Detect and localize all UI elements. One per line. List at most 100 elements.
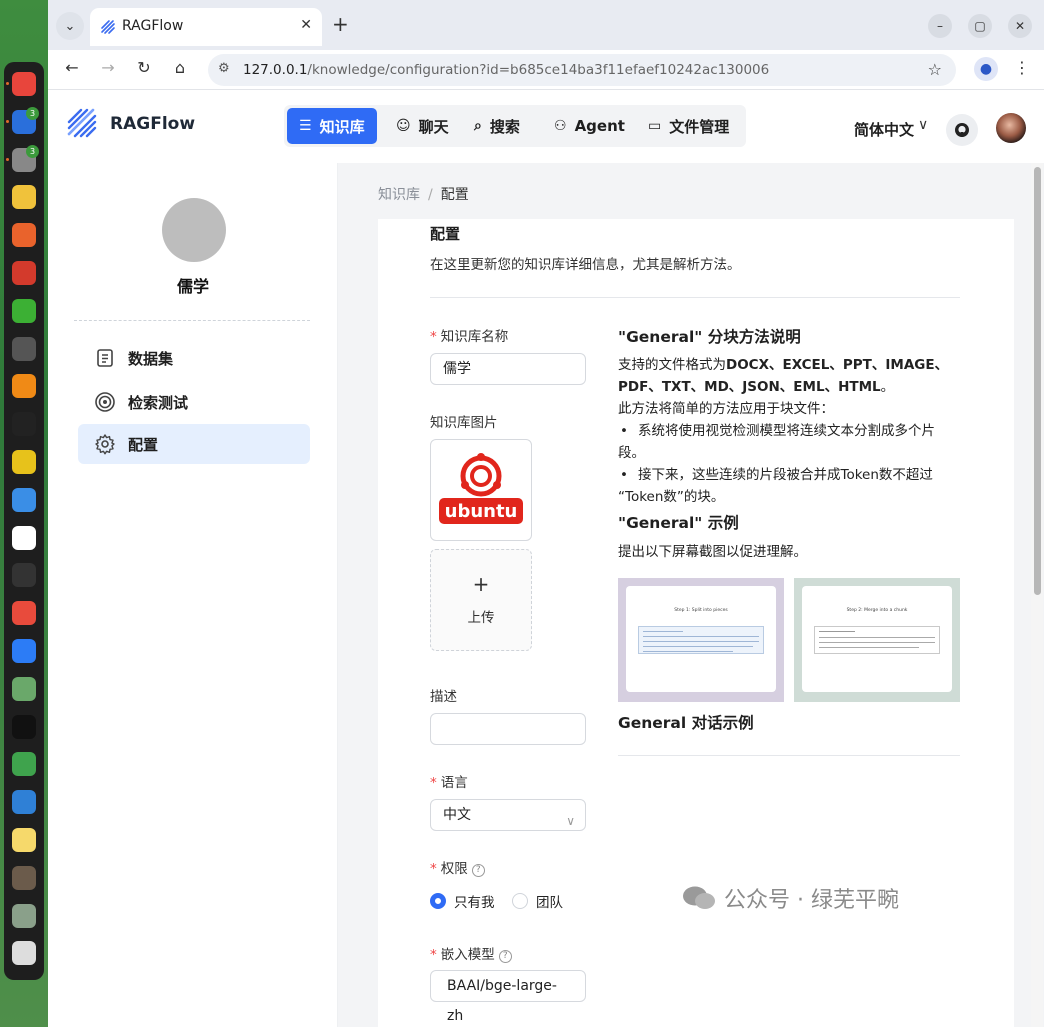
nav-search[interactable]: ⌕ 搜索: [462, 108, 532, 144]
app-logo-text[interactable]: RAGFlow: [110, 114, 195, 134]
sidebar-item-dataset[interactable]: 数据集: [78, 338, 310, 378]
chevron-down-icon[interactable]: ∨: [918, 117, 928, 133]
embedding-model-select[interactable]: BAAI/bge-large-zh: [430, 970, 586, 1024]
kb-image-thumbnail[interactable]: ubuntu: [430, 439, 532, 541]
forward-icon[interactable]: →: [96, 58, 120, 77]
description-input[interactable]: [430, 713, 586, 745]
permission-label: * 权限?: [430, 857, 485, 877]
example-line: [643, 646, 753, 647]
sidebar-item-configuration[interactable]: 配置: [78, 424, 310, 464]
site-info-icon[interactable]: ⚙: [218, 61, 230, 76]
notification-badge: 3: [26, 106, 39, 120]
example-screenshot-2[interactable]: Step 2: Merge into a chunk: [794, 578, 960, 702]
address-bar[interactable]: ⚙ 127.0.0.1/knowledge/configuration?id=b…: [208, 54, 956, 86]
tab-bar: ⌄ RAGFlow ✕ + – ▢ ✕: [48, 0, 1044, 50]
thunderbird-icon[interactable]: 3: [6, 106, 39, 134]
kb-name-input[interactable]: 儒学: [430, 353, 586, 385]
vscode-icon[interactable]: [12, 790, 36, 815]
required-mark: *: [430, 947, 437, 963]
example-title: "General" 示例: [618, 514, 739, 532]
files-icon[interactable]: 3: [6, 144, 39, 172]
trash-icon[interactable]: [12, 903, 36, 928]
breadcrumb-root[interactable]: 知识库: [378, 187, 420, 203]
jetbrains-icon[interactable]: [12, 714, 36, 739]
bookmark-star-icon[interactable]: ☆: [928, 60, 942, 79]
running-indicator: [6, 119, 9, 123]
database-icon: ☰: [299, 118, 312, 134]
close-window-button[interactable]: ✕: [1008, 14, 1032, 38]
back-icon[interactable]: ←: [60, 58, 84, 77]
language-value: 中文: [443, 807, 471, 823]
scrollbar-thumb[interactable]: [1034, 167, 1041, 595]
qq-icon[interactable]: [12, 412, 36, 437]
ubuntu-apps-icon[interactable]: [12, 941, 36, 966]
running-indicator: [6, 157, 9, 161]
profile-icon[interactable]: ●: [974, 57, 998, 81]
url-host: 127.0.0.1: [243, 62, 308, 78]
more-menu-icon[interactable]: ⋮: [1014, 58, 1030, 77]
page-subtitle: 在这里更新您的知识库详细信息，尤其是解析方法。: [430, 257, 741, 273]
gimp-icon[interactable]: [12, 865, 36, 890]
image-upload-button[interactable]: + 上传: [430, 549, 532, 651]
github-button[interactable]: [946, 114, 978, 146]
reload-icon[interactable]: ↻: [132, 58, 156, 77]
help-icon[interactable]: ?: [498, 950, 512, 963]
rhythmbox-icon[interactable]: [12, 185, 36, 210]
example-caption: Step 2: Merge into a chunk: [846, 608, 908, 613]
language-select[interactable]: 简体中文: [854, 119, 914, 140]
url-path: /knowledge/configuration?id=b685ce14ba3f…: [307, 62, 770, 78]
appcenter-icon[interactable]: [12, 223, 36, 248]
lingo-icon[interactable]: [12, 450, 36, 474]
running-indicator: [6, 82, 9, 85]
user-avatar[interactable]: [996, 113, 1026, 143]
example-line: [643, 636, 759, 637]
kb-name-label: * 知识库名称: [430, 325, 508, 345]
permission-radio-me[interactable]: 只有我: [430, 891, 495, 911]
url-text[interactable]: 127.0.0.1/knowledge/configuration?id=b68…: [243, 62, 769, 78]
language-select[interactable]: 中文 ∨: [430, 799, 586, 831]
kb-name: 儒学: [176, 277, 209, 296]
minimize-button[interactable]: –: [928, 14, 952, 38]
tencent-meeting-icon[interactable]: [12, 639, 36, 663]
example-block: [814, 626, 940, 654]
xmind-icon[interactable]: [12, 601, 36, 626]
page-scrollbar[interactable]: [1031, 163, 1043, 1027]
close-icon[interactable]: ✕: [300, 17, 312, 33]
required-mark: *: [430, 861, 437, 877]
terminal-icon[interactable]: [12, 563, 36, 588]
vlc-icon[interactable]: [12, 374, 36, 399]
example-caption: Step 1: Split into pieces: [674, 608, 728, 613]
page-title: 配置: [430, 225, 461, 243]
home-icon[interactable]: ⌂: [168, 58, 192, 77]
nav-file-management[interactable]: ▭ 文件管理: [636, 108, 741, 144]
ragflow-favicon-icon: [101, 20, 115, 34]
help-icon[interactable]: ?: [471, 864, 485, 877]
desktop-background: 33: [0, 0, 48, 1027]
text-editor-icon[interactable]: [12, 828, 36, 852]
feishu-icon[interactable]: [12, 487, 36, 512]
permission-radio-team[interactable]: 团队: [512, 891, 563, 911]
wps-icon[interactable]: [12, 261, 36, 285]
tab-search-button[interactable]: ⌄: [56, 12, 84, 40]
wechat-icon[interactable]: [12, 298, 36, 323]
nav-knowledge-base[interactable]: ☰ 知识库: [287, 108, 377, 144]
sidebar: 儒学 数据集 检索测试 配置: [48, 163, 338, 1027]
nav-label: 搜索: [489, 117, 520, 136]
sidebar-item-retrieval-test[interactable]: 检索测试: [78, 382, 310, 422]
example-line: [643, 641, 759, 642]
formats-suffix: 。: [880, 379, 895, 395]
chatgpt-icon[interactable]: [12, 525, 36, 550]
search-icon[interactable]: [12, 336, 36, 361]
watermark: 公众号 · 绿芜平畹: [682, 878, 899, 918]
chrome-icon[interactable]: [6, 72, 36, 96]
new-tab-button[interactable]: +: [332, 13, 349, 35]
layers-icon[interactable]: [12, 676, 36, 701]
browser-tab[interactable]: RAGFlow ✕: [90, 8, 322, 46]
maximize-button[interactable]: ▢: [968, 14, 992, 38]
example-block: [638, 626, 764, 654]
sync-icon[interactable]: [12, 752, 36, 777]
nav-agent[interactable]: ⚇ Agent: [542, 108, 637, 144]
nav-chat[interactable]: ☺ 聊天: [384, 108, 461, 144]
plus-icon: +: [472, 572, 490, 596]
example-screenshot-1[interactable]: Step 1: Split into pieces: [618, 578, 784, 702]
